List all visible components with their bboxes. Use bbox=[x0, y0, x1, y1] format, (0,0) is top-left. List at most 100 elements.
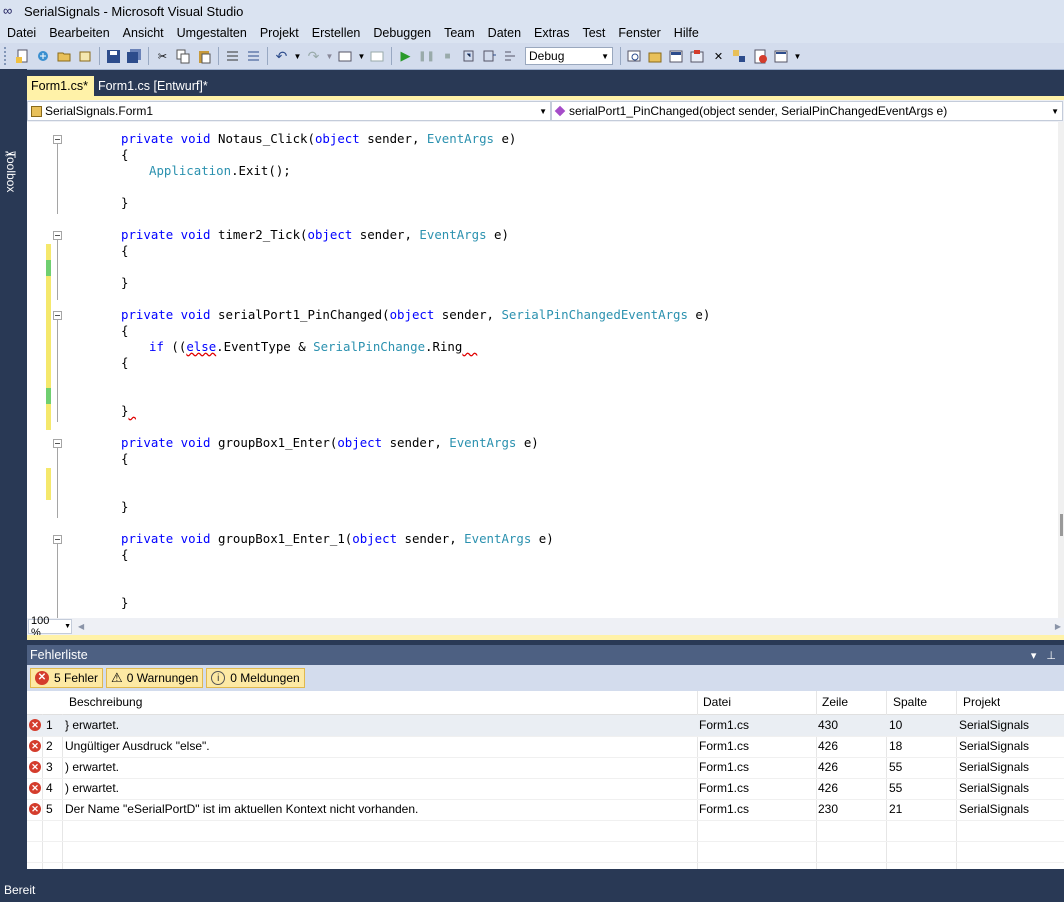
copy-icon[interactable] bbox=[175, 48, 192, 65]
menu-team[interactable]: Team bbox=[437, 26, 481, 40]
collapse-region-toggle[interactable] bbox=[53, 535, 62, 544]
error-list-window-icon[interactable] bbox=[752, 48, 769, 65]
error-row[interactable]: ✕ 3 ) erwartet. Form1.cs 426 55 SerialSi… bbox=[27, 757, 1064, 779]
collapse-region-toggle[interactable] bbox=[53, 231, 62, 240]
change-indicator-saved bbox=[46, 260, 51, 276]
step-into-icon[interactable] bbox=[460, 48, 477, 65]
redo-dropdown-icon[interactable]: ▼ bbox=[326, 48, 334, 65]
new-project-icon[interactable] bbox=[14, 48, 31, 65]
scroll-left-icon[interactable]: ◀ bbox=[78, 622, 84, 631]
menu-projekt[interactable]: Projekt bbox=[253, 26, 305, 40]
redo-icon[interactable]: ↷ bbox=[305, 48, 322, 65]
menu-extras[interactable]: Extras bbox=[527, 26, 575, 40]
warnings-filter-button[interactable]: ⚠ 0 Warnungen bbox=[106, 668, 204, 688]
paste-icon[interactable] bbox=[196, 48, 213, 65]
error-file: Form1.cs bbox=[699, 739, 750, 753]
errors-filter-label: 5 Fehler bbox=[54, 671, 99, 685]
navigate-backward-icon[interactable] bbox=[337, 48, 354, 65]
error-icon: ✕ bbox=[29, 761, 41, 773]
menu-ansicht[interactable]: Ansicht bbox=[116, 26, 170, 40]
menu-debuggen[interactable]: Debuggen bbox=[366, 26, 437, 40]
undo-icon[interactable]: ↶ bbox=[273, 48, 290, 65]
error-row[interactable]: ✕ 1 } erwartet. Form1.cs 430 10 SerialSi… bbox=[27, 715, 1064, 737]
pin-icon[interactable]: ⊥ bbox=[1046, 649, 1056, 662]
collapse-region-toggle[interactable] bbox=[53, 439, 62, 448]
menu-datei[interactable]: Datei bbox=[0, 26, 42, 40]
object-browser-icon[interactable] bbox=[689, 48, 706, 65]
toolbox-tab[interactable]: Toolbox bbox=[4, 151, 18, 192]
pause-icon[interactable]: ❚❚ bbox=[418, 48, 435, 65]
toolbar-separator bbox=[620, 47, 621, 65]
column-header-column[interactable]: Spalte bbox=[893, 692, 927, 713]
editor-horizontal-scrollbar[interactable]: 100 % ▼ ◀ ▶ bbox=[27, 615, 1064, 639]
code-editor[interactable]: private void Notaus_Click(object sender,… bbox=[27, 122, 1064, 618]
open-file-icon[interactable] bbox=[56, 48, 73, 65]
visual-studio-logo-icon: ∞ bbox=[3, 3, 13, 18]
start-page-icon[interactable] bbox=[773, 48, 790, 65]
toolbox-window-icon[interactable]: ✕ bbox=[710, 48, 727, 65]
error-row[interactable]: ✕ 5 Der Name "eSerialPortD" ist im aktue… bbox=[27, 799, 1064, 821]
messages-filter-button[interactable]: i 0 Meldungen bbox=[206, 668, 305, 688]
menu-fenster[interactable]: Fenster bbox=[611, 26, 666, 40]
add-item-icon[interactable] bbox=[35, 48, 52, 65]
properties-window-icon[interactable] bbox=[668, 48, 685, 65]
member-selector[interactable]: serialPort1_PinChanged(object sender, Se… bbox=[551, 101, 1063, 121]
save-all-icon[interactable] bbox=[126, 48, 143, 65]
member-selector-value: serialPort1_PinChanged(object sender, Se… bbox=[569, 104, 948, 118]
errors-filter-button[interactable]: ✕ 5 Fehler bbox=[30, 668, 104, 688]
error-row[interactable]: ✕ 2 Ungültiger Ausdruck "else". Form1.cs… bbox=[27, 736, 1064, 758]
menu-bearbeiten[interactable]: Bearbeiten bbox=[42, 26, 115, 40]
column-header-description[interactable]: Beschreibung bbox=[69, 692, 142, 713]
navigate-forward-icon[interactable] bbox=[369, 48, 386, 65]
class-view-icon[interactable] bbox=[731, 48, 748, 65]
window-position-icon[interactable]: ▾ bbox=[1031, 649, 1037, 662]
empty-row bbox=[27, 820, 1064, 842]
zoom-level-select[interactable]: 100 % ▼ bbox=[28, 615, 72, 639]
error-list-title: Fehlerliste bbox=[30, 648, 88, 662]
outline-line bbox=[57, 320, 58, 422]
scroll-right-icon[interactable]: ▶ bbox=[1055, 622, 1061, 631]
solution-configuration-select[interactable]: Debug ▼ bbox=[525, 47, 613, 65]
tab-form1-code[interactable]: Form1.cs* bbox=[27, 76, 94, 96]
error-number: 3 bbox=[46, 760, 53, 774]
collapse-region-toggle[interactable] bbox=[53, 135, 62, 144]
error-line: 230 bbox=[818, 802, 839, 816]
step-out-icon[interactable] bbox=[502, 48, 519, 65]
uncomment-lines-icon[interactable] bbox=[245, 48, 262, 65]
error-number: 4 bbox=[46, 781, 53, 795]
standard-toolbar: ✂ ↶ ▼ ↷ ▼ ▼ ▶ ❚❚ ■ Debug ▼ ✕ ▼ bbox=[0, 43, 1064, 70]
menu-hilfe[interactable]: Hilfe bbox=[667, 26, 705, 40]
syntax-error-squiggle bbox=[128, 403, 135, 418]
solution-explorer-icon[interactable] bbox=[647, 48, 664, 65]
error-row[interactable]: ✕ 4 ) erwartet. Form1.cs 426 55 SerialSi… bbox=[27, 778, 1064, 800]
vertical-scrollbar[interactable] bbox=[1058, 122, 1064, 618]
change-indicator-saved bbox=[46, 388, 51, 404]
tab-label: Form1.cs* bbox=[31, 79, 88, 93]
scrollbar-thumb[interactable] bbox=[1060, 514, 1063, 536]
menu-erstellen[interactable]: Erstellen bbox=[305, 26, 367, 40]
stop-icon[interactable]: ■ bbox=[439, 48, 456, 65]
step-over-icon[interactable] bbox=[481, 48, 498, 65]
tab-form1-designer[interactable]: Form1.cs [Entwurf]* bbox=[94, 76, 214, 96]
column-header-project[interactable]: Projekt bbox=[963, 692, 1000, 713]
find-in-files-icon[interactable] bbox=[626, 48, 643, 65]
undo-dropdown-icon[interactable]: ▼ bbox=[294, 48, 302, 65]
comment-lines-icon[interactable] bbox=[224, 48, 241, 65]
collapse-region-toggle[interactable] bbox=[53, 311, 62, 320]
code-line: } bbox=[121, 403, 136, 419]
menu-daten[interactable]: Daten bbox=[481, 26, 527, 40]
cut-icon[interactable]: ✂ bbox=[154, 48, 171, 65]
add-new-item-icon[interactable] bbox=[77, 48, 94, 65]
column-header-line[interactable]: Zeile bbox=[822, 692, 848, 713]
menu-umgestalten[interactable]: Umgestalten bbox=[170, 26, 253, 40]
start-debugging-icon[interactable]: ▶ bbox=[397, 48, 414, 65]
error-icon: ✕ bbox=[29, 719, 41, 731]
column-header-file[interactable]: Datei bbox=[703, 692, 731, 713]
save-icon[interactable] bbox=[105, 48, 122, 65]
navigate-dropdown-icon[interactable]: ▼ bbox=[358, 48, 366, 65]
menu-test[interactable]: Test bbox=[575, 26, 611, 40]
type-selector[interactable]: SerialSignals.Form1 ▼ bbox=[27, 101, 551, 121]
code-line: Application.Exit(); bbox=[149, 163, 291, 178]
toolbar-grip[interactable] bbox=[4, 47, 9, 65]
toolbar-options-icon[interactable]: ▼ bbox=[794, 48, 802, 65]
